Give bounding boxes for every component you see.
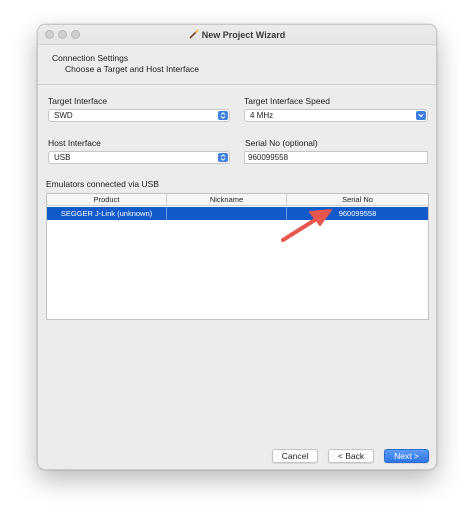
- serial-no-input[interactable]: 960099558: [244, 151, 428, 164]
- wizard-window: New Project Wizard Connection Settings C…: [37, 24, 437, 470]
- column-header-serial[interactable]: Serial No: [287, 194, 428, 206]
- target-speed-value: 4 MHz: [250, 111, 274, 120]
- host-interface-label: Host Interface: [48, 138, 101, 148]
- emulators-table: Product Nickname Serial No SEGGER J-Link…: [46, 193, 429, 320]
- target-speed-select[interactable]: 4 MHz: [244, 109, 428, 122]
- magic-wand-icon: [189, 29, 199, 39]
- page-subtitle: Choose a Target and Host Interface: [65, 64, 200, 74]
- column-header-product[interactable]: Product: [47, 194, 167, 206]
- updown-chevron-icon: [218, 111, 228, 120]
- serial-no-label: Serial No (optional): [245, 138, 318, 148]
- page-title: Connection Settings: [52, 53, 129, 63]
- wizard-header: Connection Settings Choose a Target and …: [38, 45, 436, 85]
- target-interface-select[interactable]: SWD: [48, 109, 230, 122]
- column-header-nickname[interactable]: Nickname: [167, 194, 287, 206]
- target-interface-value: SWD: [54, 111, 73, 120]
- table-row[interactable]: SEGGER J-Link (unknown) 960099558: [47, 207, 428, 220]
- host-interface-value: USB: [54, 153, 71, 162]
- window-title: New Project Wizard: [201, 30, 286, 40]
- next-button[interactable]: Next >: [384, 449, 429, 463]
- emulators-label: Emulators connected via USB: [46, 179, 159, 189]
- row-product: SEGGER J-Link (unknown): [47, 207, 167, 220]
- updown-chevron-icon: [218, 153, 228, 162]
- table-header: Product Nickname Serial No: [47, 194, 428, 206]
- host-interface-select[interactable]: USB: [48, 151, 230, 164]
- back-button[interactable]: < Back: [328, 449, 374, 463]
- target-interface-label: Target Interface: [48, 96, 108, 106]
- row-nickname: [167, 207, 287, 220]
- row-serial: 960099558: [338, 209, 377, 218]
- chevron-down-icon: [416, 111, 426, 120]
- title-bar: New Project Wizard: [38, 25, 436, 45]
- target-speed-label: Target Interface Speed: [244, 96, 331, 106]
- cancel-button[interactable]: Cancel: [272, 449, 318, 463]
